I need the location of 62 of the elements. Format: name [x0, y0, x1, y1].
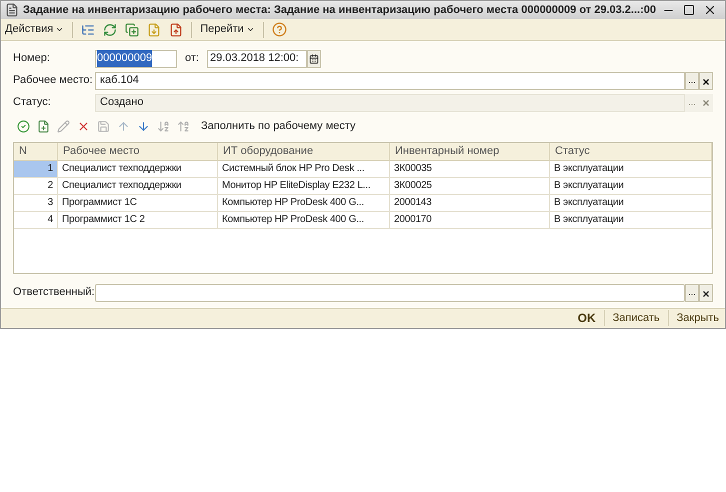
sort-descending-icon[interactable]: [177, 120, 190, 134]
actions-menu[interactable]: Действия: [5, 21, 64, 38]
field-label: Статус:: [13, 95, 52, 110]
table-cell: Компьютер HP ProDesk 400 G...: [218, 212, 390, 228]
table-cell: Программист 1С: [58, 194, 218, 211]
date-label: от:: [185, 51, 200, 66]
select-button[interactable]: ...: [685, 72, 699, 90]
table-cell: 3К00025: [390, 178, 550, 194]
table-cell: Системный блок HP Pro Desk ...: [218, 160, 390, 177]
column-header[interactable]: ИТ оборудование: [218, 142, 390, 160]
copy-row-icon[interactable]: [37, 120, 50, 134]
number-label: Номер:: [13, 51, 51, 66]
document-down-icon[interactable]: [147, 22, 162, 37]
responsible-field[interactable]: [95, 284, 685, 302]
ok-button[interactable]: OK: [578, 309, 596, 328]
table-cell: 3К00035: [390, 160, 550, 177]
date-field[interactable]: 29.03.2018 12:00:: [207, 50, 307, 68]
number-field[interactable]: 000000009: [95, 50, 177, 68]
column-header[interactable]: Статус: [550, 142, 712, 160]
table-cell: Программист 1С 2: [58, 212, 218, 228]
table-cell: 3: [14, 194, 58, 211]
table-cell: Специалист техподдержки: [58, 160, 218, 177]
select-button[interactable]: ...: [685, 284, 699, 302]
list-arrow-icon[interactable]: [81, 22, 96, 37]
save-button[interactable]: Записать: [612, 310, 660, 327]
window-title: Задание на инвентаризацию рабочего места: Задание на инвентаризацию рабочего места 000000009 от 29.03.2...:00: [23, 2, 657, 18]
table-cell: 4: [14, 212, 58, 228]
column-header[interactable]: Инвентарный номер: [390, 142, 550, 160]
sort-ascending-icon[interactable]: [157, 120, 170, 134]
table-cell: 2: [14, 178, 58, 194]
table-cell: Монитор HP EliteDisplay E232 L...: [218, 178, 390, 194]
clear-button[interactable]: ×: [699, 72, 713, 90]
document-icon: [5, 3, 19, 18]
edit-icon[interactable]: [57, 120, 70, 134]
table-cell: Специалист техподдержки: [58, 178, 218, 194]
goto-menu[interactable]: Перейти: [200, 21, 255, 38]
up-icon[interactable]: [117, 120, 130, 134]
table-cell: Компьютер HP ProDesk 400 G...: [218, 194, 390, 211]
table-cell: В эксплуатации: [550, 160, 712, 177]
column-header[interactable]: N: [14, 142, 58, 160]
table-cell: 2000143: [390, 194, 550, 211]
add-icon[interactable]: [17, 120, 30, 134]
maximize-icon[interactable]: [683, 4, 695, 16]
table-cell: В эксплуатации: [550, 212, 712, 228]
help-icon[interactable]: [272, 22, 287, 38]
document-up-icon[interactable]: [169, 22, 184, 37]
table-cell: 2000170: [390, 212, 550, 228]
fill-button[interactable]: Заполнить по рабочему месту: [201, 118, 356, 135]
close-button[interactable]: Закрыть: [676, 310, 719, 327]
delete-icon[interactable]: [77, 120, 90, 134]
text-field[interactable]: каб.104: [95, 72, 685, 90]
field-label: Ответственный:: [13, 285, 95, 300]
field-label: Рабочее место:: [13, 73, 94, 88]
table-cell: В эксплуатации: [550, 194, 712, 211]
refresh-icon[interactable]: [103, 22, 118, 37]
table-cell: В эксплуатации: [550, 178, 712, 194]
column-header[interactable]: Рабочее место: [58, 142, 218, 160]
copy-icon[interactable]: [125, 22, 140, 37]
calendar-button[interactable]: [307, 50, 321, 68]
down-icon[interactable]: [137, 120, 150, 134]
clear-button[interactable]: ×: [699, 284, 713, 302]
table-cell: 1: [14, 160, 58, 177]
